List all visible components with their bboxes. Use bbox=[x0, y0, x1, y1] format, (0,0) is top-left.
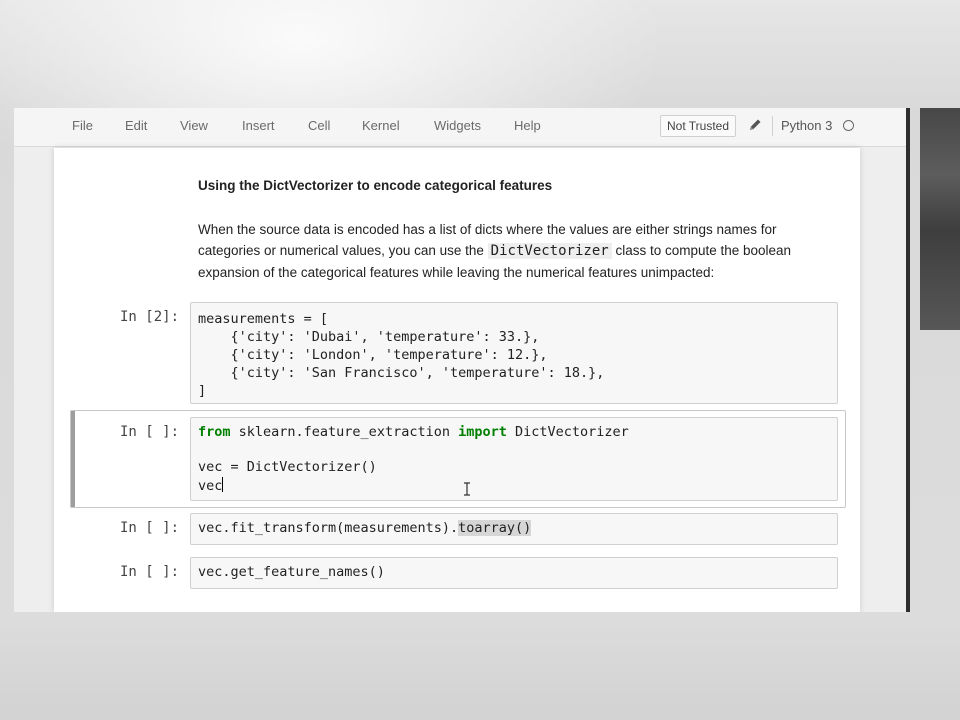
toolbar-divider bbox=[772, 116, 773, 136]
code-line: {'city': 'San Francisco', 'temperature':… bbox=[198, 365, 605, 381]
code-line: vec.get_feature_names() bbox=[198, 564, 385, 580]
cell-prompt: In [2]: bbox=[120, 309, 180, 325]
cell-prompt: In [ ]: bbox=[120, 564, 180, 580]
code-line: vec = DictVectorizer() bbox=[198, 459, 377, 475]
keyword: from bbox=[198, 424, 231, 440]
menu-insert[interactable]: Insert bbox=[242, 118, 275, 133]
code-line: vec.fit_transform(measurements).toarray(… bbox=[198, 520, 532, 536]
code-line: ] bbox=[198, 383, 207, 399]
jupyter-window: File Edit View Insert Cell Kernel Widget… bbox=[14, 108, 906, 612]
menu-help[interactable]: Help bbox=[514, 118, 541, 133]
not-trusted-button[interactable]: Not Trusted bbox=[660, 115, 737, 137]
text-cursor bbox=[222, 477, 224, 492]
menu-cell[interactable]: Cell bbox=[308, 118, 330, 133]
code-text: vec bbox=[198, 478, 223, 494]
selected-cell-indicator bbox=[71, 411, 75, 507]
code-line: measurements = [ bbox=[198, 311, 329, 327]
markdown-heading: Using the DictVectorizer to encode categ… bbox=[198, 178, 553, 193]
code-text: sklearn.feature_extraction bbox=[230, 424, 459, 440]
code-text: DictVectorizer bbox=[506, 424, 629, 440]
pencil-icon[interactable] bbox=[747, 117, 763, 133]
code-line: {'city': 'London', 'temperature': 12.}, bbox=[198, 347, 548, 363]
cell-prompt: In [ ]: bbox=[120, 424, 180, 440]
menu-widgets[interactable]: Widgets bbox=[434, 118, 481, 133]
code-line: {'city': 'Dubai', 'temperature': 33.}, bbox=[198, 329, 540, 345]
kernel-idle-circle-icon bbox=[843, 120, 854, 131]
keyword: import bbox=[458, 424, 507, 440]
menu-view[interactable]: View bbox=[180, 118, 208, 133]
background-photo bbox=[920, 108, 960, 330]
menu-file[interactable]: File bbox=[72, 118, 93, 133]
menu-kernel[interactable]: Kernel bbox=[362, 118, 400, 133]
ibeam-cursor-icon bbox=[464, 482, 470, 496]
inline-code: DictVectorizer bbox=[487, 243, 612, 259]
code-cell-input[interactable]: from sklearn.feature_extraction import D… bbox=[190, 417, 838, 501]
monitor-edge bbox=[906, 108, 910, 612]
selected-code-text: toarray() bbox=[458, 520, 532, 536]
code-cell-input[interactable]: measurements = [ {'city': 'Dubai', 'temp… bbox=[190, 302, 838, 404]
menubar: File Edit View Insert Cell Kernel Widget… bbox=[14, 108, 906, 147]
kernel-name[interactable]: Python 3 bbox=[781, 118, 832, 133]
code-text: vec.fit_transform(measurements). bbox=[198, 520, 459, 536]
markdown-paragraph: When the source data is encoded has a li… bbox=[198, 219, 838, 283]
code-line: from sklearn.feature_extraction import D… bbox=[198, 424, 629, 440]
code-line: vec bbox=[198, 477, 224, 494]
cell-prompt: In [ ]: bbox=[120, 520, 180, 536]
code-cell-input[interactable]: vec.fit_transform(measurements).toarray(… bbox=[190, 513, 838, 545]
menu-edit[interactable]: Edit bbox=[125, 118, 147, 133]
code-cell-input[interactable]: vec.get_feature_names() bbox=[190, 557, 838, 589]
